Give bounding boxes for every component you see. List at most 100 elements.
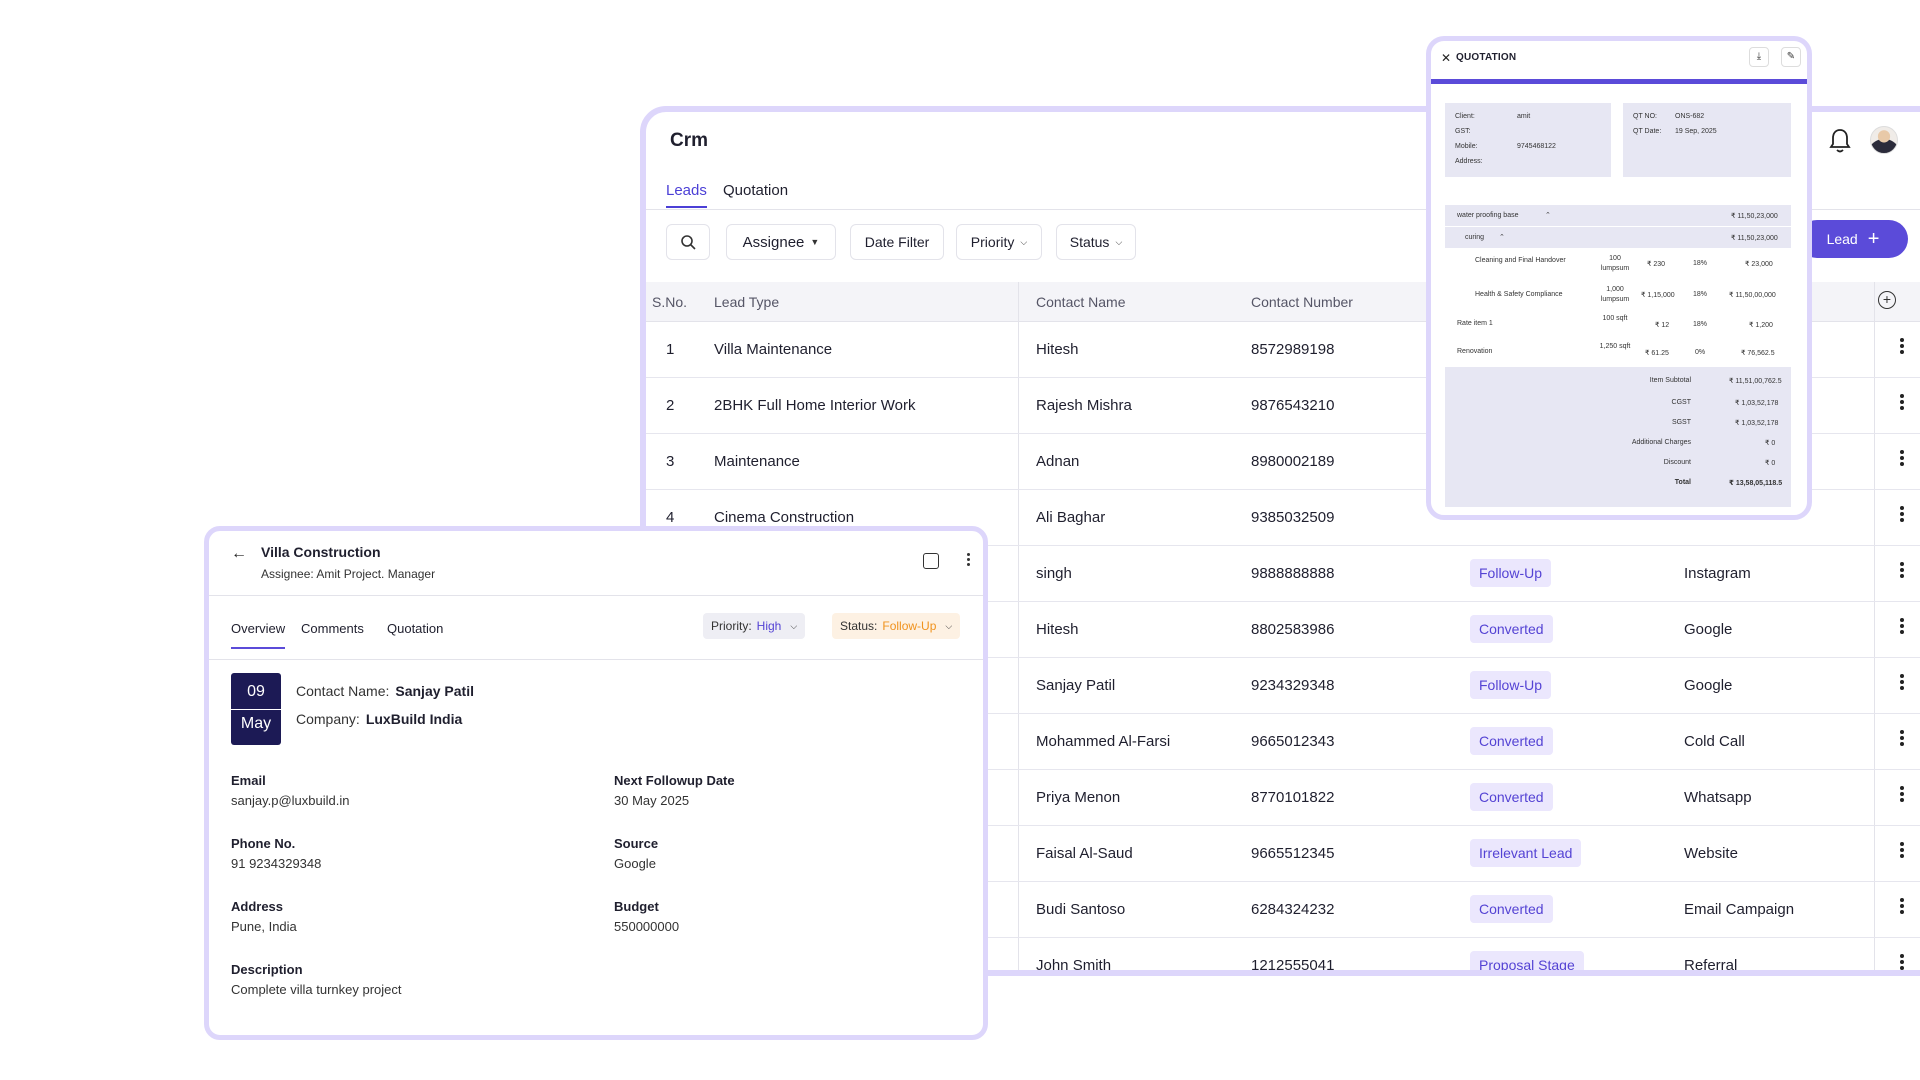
group-row[interactable]: curing ⌃ ₹ 11,50,23,000 bbox=[1445, 227, 1791, 249]
source-value: Google bbox=[614, 856, 656, 871]
item-qty: 1,000 lumpsum bbox=[1600, 286, 1630, 303]
assignee-filter[interactable]: Assignee ▼ bbox=[726, 224, 836, 260]
contact-name: Rajesh Mishra bbox=[1036, 397, 1132, 414]
phone-value: 91 9234329348 bbox=[231, 856, 322, 871]
client-value: amit bbox=[1517, 113, 1531, 120]
kebab-icon[interactable] bbox=[1900, 338, 1904, 356]
kebab-icon[interactable] bbox=[1900, 450, 1904, 468]
group-amount: ₹ 11,50,23,000 bbox=[1731, 213, 1778, 220]
status-filter[interactable]: Status ⌵ bbox=[1056, 224, 1136, 260]
kebab-icon[interactable] bbox=[1900, 394, 1904, 412]
kebab-icon[interactable] bbox=[1900, 674, 1904, 692]
kebab-icon[interactable] bbox=[1900, 562, 1904, 580]
total-value: ₹ 13,58,05,118.5 bbox=[1729, 480, 1783, 487]
kebab-icon[interactable] bbox=[1900, 730, 1904, 748]
followup-date-badge: 09 May bbox=[231, 673, 281, 745]
quotation-title: QUOTATION bbox=[1456, 52, 1517, 63]
close-icon[interactable]: ✕ bbox=[1441, 51, 1451, 65]
back-arrow-icon[interactable]: ← bbox=[231, 545, 247, 563]
status-select[interactable]: Status: Follow-Up ⌵ bbox=[832, 613, 961, 639]
item-rate: ₹ 61.25 bbox=[1645, 350, 1669, 357]
contact-name: John Smith bbox=[1036, 957, 1112, 974]
priority-select[interactable]: Priority: High ⌵ bbox=[703, 613, 806, 639]
avatar[interactable] bbox=[1870, 126, 1898, 154]
description-value: Complete villa turnkey project bbox=[231, 982, 402, 997]
contact-number: 1212555041 bbox=[1251, 957, 1335, 974]
item-amount: ₹ 76,562.5 bbox=[1741, 350, 1775, 357]
total-label: Total bbox=[1674, 479, 1691, 486]
lead-source: Google bbox=[1684, 621, 1733, 638]
edit-icon[interactable] bbox=[923, 553, 939, 569]
search-icon bbox=[681, 235, 696, 250]
item-amount: ₹ 11,50,00,000 bbox=[1729, 292, 1776, 299]
additional-value: ₹ 0 bbox=[1765, 440, 1776, 447]
item-rate: ₹ 1,15,000 bbox=[1641, 292, 1675, 299]
address-label: Address: bbox=[1455, 158, 1483, 165]
kebab-icon[interactable] bbox=[1900, 842, 1904, 860]
item-rate: ₹ 12 bbox=[1655, 322, 1670, 329]
lead-detail-panel: ← Villa Construction Assignee: Amit Proj… bbox=[204, 526, 988, 1040]
assignee-filter-label: Assignee bbox=[742, 233, 805, 251]
status-badge: Follow-Up bbox=[1470, 671, 1552, 699]
kebab-icon[interactable] bbox=[1900, 786, 1904, 804]
item-row: Cleaning and Final Handover 100 lumpsum … bbox=[1445, 249, 1791, 281]
add-column-icon[interactable]: + bbox=[1878, 291, 1896, 309]
contact-label: Contact Name: bbox=[296, 683, 390, 699]
cgst-value: ₹ 1,03,52,178 bbox=[1735, 400, 1779, 407]
gst-label: GST: bbox=[1455, 128, 1471, 135]
item-amount: ₹ 1,200 bbox=[1749, 322, 1773, 329]
group-name: curing bbox=[1465, 234, 1485, 241]
tab-leads[interactable]: Leads bbox=[666, 182, 707, 208]
kebab-icon[interactable] bbox=[967, 553, 971, 568]
priority-label: Priority: bbox=[711, 619, 752, 633]
download-icon[interactable]: ⤓ bbox=[1749, 47, 1769, 67]
bell-icon[interactable] bbox=[1828, 128, 1852, 154]
edit-icon[interactable]: ✎ bbox=[1781, 47, 1801, 67]
chevron-up-icon: ⌃ bbox=[1499, 234, 1505, 241]
qtdate-value: 19 Sep, 2025 bbox=[1675, 128, 1717, 135]
tab-overview[interactable]: Overview bbox=[231, 621, 286, 649]
tab-comments[interactable]: Comments bbox=[301, 621, 364, 636]
cgst-label: CGST bbox=[1671, 399, 1691, 406]
budget-value: 550000000 bbox=[614, 919, 680, 934]
additional-label: Additional Charges bbox=[1631, 439, 1691, 446]
date-filter[interactable]: Date Filter bbox=[850, 224, 944, 260]
kebab-icon[interactable] bbox=[1900, 898, 1904, 916]
lead-title: Villa Construction bbox=[261, 544, 381, 560]
item-name: Health & Safety Compliance bbox=[1475, 291, 1563, 298]
email-value: sanjay.p@luxbuild.in bbox=[231, 793, 350, 808]
client-label: Client: bbox=[1455, 113, 1475, 120]
contact-name: Adnan bbox=[1036, 453, 1080, 470]
mobile-label: Mobile: bbox=[1455, 143, 1478, 150]
item-tax: 18% bbox=[1693, 291, 1708, 298]
chevron-down-icon: ⌵ bbox=[945, 620, 953, 631]
contact-number: 9665012343 bbox=[1251, 733, 1335, 750]
contact-name: singh bbox=[1036, 565, 1072, 582]
contact-number: 9876543210 bbox=[1251, 397, 1335, 414]
item-tax: 18% bbox=[1693, 321, 1708, 328]
priority-filter[interactable]: Priority ⌵ bbox=[956, 224, 1042, 260]
search-button[interactable] bbox=[666, 224, 710, 260]
contact-number: 9385032509 bbox=[1251, 509, 1335, 526]
lead-source: Referral bbox=[1684, 957, 1738, 974]
kebab-icon[interactable] bbox=[1900, 506, 1904, 524]
lead-type: Cinema Construction bbox=[714, 509, 855, 526]
tab-quotation[interactable]: Quotation bbox=[387, 621, 443, 636]
qtdate-label: QT Date: bbox=[1633, 128, 1662, 135]
group-row[interactable]: water proofing base ⌃ ₹ 11,50,23,000 bbox=[1445, 205, 1791, 227]
divider bbox=[209, 595, 983, 596]
row-number: 3 bbox=[666, 453, 675, 470]
contact-number: 8802583986 bbox=[1251, 621, 1335, 638]
status-value: Follow-Up bbox=[882, 619, 937, 633]
item-rate: ₹ 230 bbox=[1647, 261, 1666, 268]
kebab-icon[interactable] bbox=[1900, 618, 1904, 636]
tab-quotation[interactable]: Quotation bbox=[723, 182, 788, 199]
add-lead-button[interactable]: Lead + bbox=[1798, 220, 1908, 258]
lead-source: Cold Call bbox=[1684, 733, 1745, 750]
contact-name: Budi Santoso bbox=[1036, 901, 1126, 918]
kebab-icon[interactable] bbox=[1900, 954, 1904, 970]
add-lead-label: Lead bbox=[1826, 231, 1858, 247]
mobile-value: 9745468122 bbox=[1517, 143, 1556, 150]
column-header: Lead Type bbox=[714, 294, 780, 310]
quote-info-box: QT NO: ONS-682 QT Date: 19 Sep, 2025 bbox=[1623, 103, 1791, 177]
